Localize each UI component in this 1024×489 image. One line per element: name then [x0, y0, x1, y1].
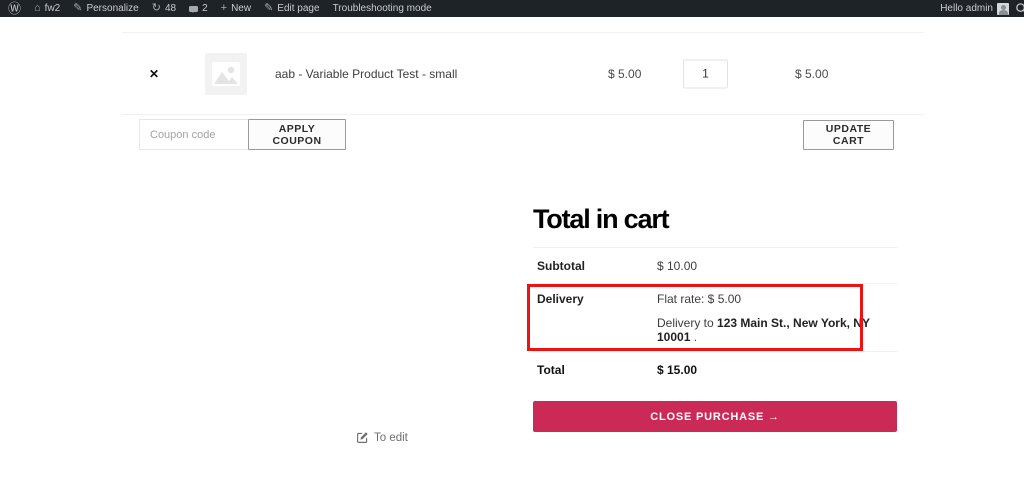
wordpress-logo-icon: Ⓦ [8, 1, 22, 16]
subtotal-label: Subtotal [537, 259, 585, 273]
customize-menu[interactable]: ✎ Personalize [73, 2, 139, 15]
site-name-menu[interactable]: ⌂ fw2 [34, 2, 61, 15]
cart-totals-section: Total in cart Subtotal $ 10.00 Delivery … [527, 201, 897, 432]
edit-pencil-icon: ✎ [264, 2, 274, 14]
comments-icon [189, 5, 199, 13]
edit-page-label: Edit page [277, 3, 320, 14]
remove-item-button[interactable]: ✕ [149, 67, 159, 81]
updates-menu[interactable]: ↻ 48 [151, 2, 177, 15]
totals-table: Subtotal $ 10.00 Delivery Flat rate: $ 5… [527, 247, 897, 387]
wordpress-logo-menu[interactable]: Ⓦ [8, 2, 21, 15]
cart-item-row: ✕ aab - Variable Product Test - small $ … [122, 32, 924, 115]
avatar [997, 2, 1009, 15]
edit-square-icon [357, 432, 368, 443]
delivery-details: Flat rate: $ 5.00 Delivery to 123 Main S… [657, 292, 893, 344]
update-cart-button[interactable]: UPDATE CART [803, 120, 894, 150]
product-thumbnail[interactable] [205, 52, 247, 95]
edit-page-menu[interactable]: ✎ Edit page [264, 2, 320, 15]
comments-count: 2 [202, 3, 208, 14]
delivery-label: Delivery [537, 292, 584, 306]
search-icon[interactable] [1015, 2, 1024, 15]
updates-icon: ↻ [151, 2, 161, 14]
new-label: New [231, 3, 252, 14]
product-price: $ 5.00 [608, 66, 642, 81]
delivery-method: Flat rate: $ 5.00 [657, 292, 742, 306]
customize-pencil-icon: ✎ [73, 2, 83, 14]
coupon-code-input[interactable] [139, 119, 248, 150]
updates-count: 48 [164, 3, 177, 14]
comments-menu[interactable]: 2 [189, 3, 208, 14]
total-value: $ 15.00 [657, 363, 698, 377]
product-name-link[interactable]: aab - Variable Product Test - small [275, 67, 457, 81]
plus-icon: + [220, 2, 228, 14]
proceed-to-checkout-button[interactable]: CLOSE PURCHASE → [533, 401, 897, 432]
delivery-destination: Delivery to 123 Main St., New York, NY 1… [657, 316, 870, 344]
cart-section: ✕ aab - Variable Product Test - small $ … [122, 32, 924, 159]
cart-actions-row: APPLY COUPON UPDATE CART [122, 119, 924, 159]
greeting-label: Hello admin [940, 3, 993, 14]
site-name-label: fw2 [44, 3, 61, 14]
edit-link-label: To edit [374, 431, 408, 444]
wp-admin-bar: Ⓦ ⌂ fw2 ✎ Personalize ↻ 48 2 + New ✎ Edi… [0, 0, 1024, 17]
troubleshooting-mode-menu[interactable]: Troubleshooting mode [333, 3, 432, 14]
edit-link[interactable]: To edit [356, 431, 408, 444]
image-placeholder-icon [212, 61, 240, 86]
cart-totals-title: Total in cart [533, 204, 670, 234]
total-label: Total [537, 363, 565, 377]
my-account-menu[interactable]: Hello admin [940, 2, 1009, 15]
troubleshooting-mode-label: Troubleshooting mode [332, 3, 432, 14]
subtotal-value: $ 10.00 [657, 259, 698, 273]
quantity-input[interactable] [683, 59, 728, 88]
line-subtotal: $ 5.00 [795, 66, 829, 81]
subtotal-row: Subtotal $ 10.00 [533, 247, 897, 283]
customize-label: Personalize [86, 3, 139, 14]
new-content-menu[interactable]: + New [220, 2, 252, 15]
delivery-row: Delivery Flat rate: $ 5.00 Delivery to 1… [527, 283, 897, 351]
home-icon: ⌂ [34, 2, 41, 14]
total-row: Total $ 15.00 [533, 351, 897, 387]
apply-coupon-button[interactable]: APPLY COUPON [248, 119, 346, 150]
